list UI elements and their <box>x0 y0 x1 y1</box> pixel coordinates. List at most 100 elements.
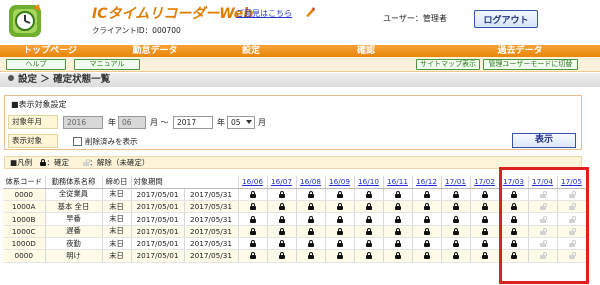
status-cell[interactable] <box>238 188 268 202</box>
month-header-16-12[interactable]: 16/12 <box>412 176 442 189</box>
status-cell[interactable] <box>383 188 413 202</box>
status-cell[interactable] <box>441 212 471 226</box>
status-cell[interactable] <box>325 237 355 251</box>
status-cell[interactable] <box>441 188 471 202</box>
status-cell[interactable] <box>325 188 355 202</box>
lock-icon <box>249 203 256 211</box>
feedback-link[interactable]: ご意見はこちら <box>236 8 292 19</box>
status-cell[interactable] <box>354 200 384 214</box>
status-cell[interactable] <box>296 237 326 251</box>
status-cell[interactable] <box>412 200 442 214</box>
status-cell[interactable] <box>383 249 413 263</box>
nav-confirm[interactable]: 確認 <box>292 45 440 57</box>
include-deleted-checkbox[interactable] <box>73 137 82 146</box>
status-cell[interactable] <box>441 200 471 214</box>
status-cell[interactable] <box>238 249 268 263</box>
admin-mode-button[interactable]: 管理ユーザーモードに切替 <box>483 59 578 70</box>
status-cell[interactable] <box>325 225 355 238</box>
from-year-input[interactable]: 2016 <box>63 116 103 129</box>
lock-icon <box>423 215 430 223</box>
status-cell[interactable] <box>325 200 355 214</box>
status-cell[interactable] <box>267 200 297 214</box>
status-cell[interactable] <box>238 225 268 238</box>
status-cell[interactable] <box>412 188 442 202</box>
status-cell[interactable] <box>296 249 326 263</box>
unlock-icon <box>83 159 91 166</box>
status-cell[interactable] <box>238 200 268 214</box>
status-cell[interactable] <box>441 237 471 251</box>
status-cell[interactable] <box>267 212 297 226</box>
lock-icon <box>307 215 314 223</box>
status-cell[interactable] <box>354 212 384 226</box>
lock-icon <box>307 240 314 248</box>
status-cell[interactable] <box>383 225 413 238</box>
lock-icon <box>278 215 285 223</box>
month-header-17-01[interactable]: 17/01 <box>441 176 471 189</box>
sitemap-button[interactable]: サイトマップ表示 <box>416 59 480 70</box>
status-cell[interactable] <box>470 237 500 251</box>
status-cell[interactable] <box>412 249 442 263</box>
lock-icon <box>307 227 314 235</box>
to-year-input[interactable]: 2017 <box>173 116 213 129</box>
status-cell[interactable] <box>470 200 500 214</box>
status-cell[interactable] <box>296 225 326 238</box>
status-cell[interactable] <box>412 225 442 238</box>
lock-icon <box>365 227 372 235</box>
status-cell[interactable] <box>296 200 326 214</box>
show-button[interactable]: 表示 <box>512 133 576 148</box>
month-header-17-02[interactable]: 17/02 <box>470 176 500 189</box>
sub-toolbar: ヘルプ マニュアル サイトマップ表示 管理ユーザーモードに切替 <box>0 57 600 72</box>
from-month-input[interactable]: 06 <box>118 116 146 129</box>
month-header-16-10[interactable]: 16/10 <box>354 176 384 189</box>
period-from-cell: 2017/05/01 <box>131 188 185 202</box>
status-cell[interactable] <box>296 188 326 202</box>
status-cell[interactable] <box>354 188 384 202</box>
status-cell[interactable] <box>354 225 384 238</box>
nav-top-page[interactable]: トップページ <box>0 45 100 57</box>
nav-attendance-data[interactable]: 勤怠データ <box>100 45 210 57</box>
status-cell[interactable] <box>470 188 500 202</box>
status-cell[interactable] <box>412 237 442 251</box>
manual-button[interactable]: マニュアル <box>74 59 140 70</box>
month-header-16-11[interactable]: 16/11 <box>383 176 413 189</box>
status-cell[interactable] <box>238 212 268 226</box>
status-cell[interactable] <box>267 188 297 202</box>
status-cell[interactable] <box>267 249 297 263</box>
month-header-16-08[interactable]: 16/08 <box>296 176 326 189</box>
status-cell[interactable] <box>412 212 442 226</box>
nav-past-data[interactable]: 過去データ <box>440 45 600 57</box>
status-cell[interactable] <box>383 237 413 251</box>
status-cell[interactable] <box>470 212 500 226</box>
status-cell[interactable] <box>267 237 297 251</box>
help-button[interactable]: ヘルプ <box>6 59 66 70</box>
lock-icon <box>249 215 256 223</box>
lock-icon <box>336 203 343 211</box>
nav-settings[interactable]: 設定 <box>210 45 292 57</box>
status-cell[interactable] <box>325 249 355 263</box>
status-cell[interactable] <box>354 237 384 251</box>
status-cell[interactable] <box>238 237 268 251</box>
status-cell[interactable] <box>383 200 413 214</box>
status-cell[interactable] <box>470 249 500 263</box>
status-cell[interactable] <box>267 225 297 238</box>
status-cell[interactable] <box>441 225 471 238</box>
period-to-cell: 2017/05/31 <box>184 200 239 214</box>
month-header-16-06[interactable]: 16/06 <box>238 176 268 189</box>
status-cell[interactable] <box>325 212 355 226</box>
period-to-cell: 2017/05/31 <box>184 249 239 263</box>
logout-button[interactable]: ログアウト <box>474 10 538 28</box>
lock-icon <box>452 240 459 248</box>
close-cell: 末日 <box>102 237 132 251</box>
lock-icon <box>481 215 488 223</box>
to-month-select[interactable]: 05 <box>227 116 255 129</box>
status-cell[interactable] <box>354 249 384 263</box>
status-cell[interactable] <box>383 212 413 226</box>
status-cell[interactable] <box>296 212 326 226</box>
month-header-16-09[interactable]: 16/09 <box>325 176 355 189</box>
lock-icon <box>394 227 401 235</box>
status-cell[interactable] <box>441 249 471 263</box>
month-header-16-07[interactable]: 16/07 <box>267 176 297 189</box>
lock-icon <box>481 240 488 248</box>
status-cell[interactable] <box>470 225 500 238</box>
lock-icon <box>365 215 372 223</box>
